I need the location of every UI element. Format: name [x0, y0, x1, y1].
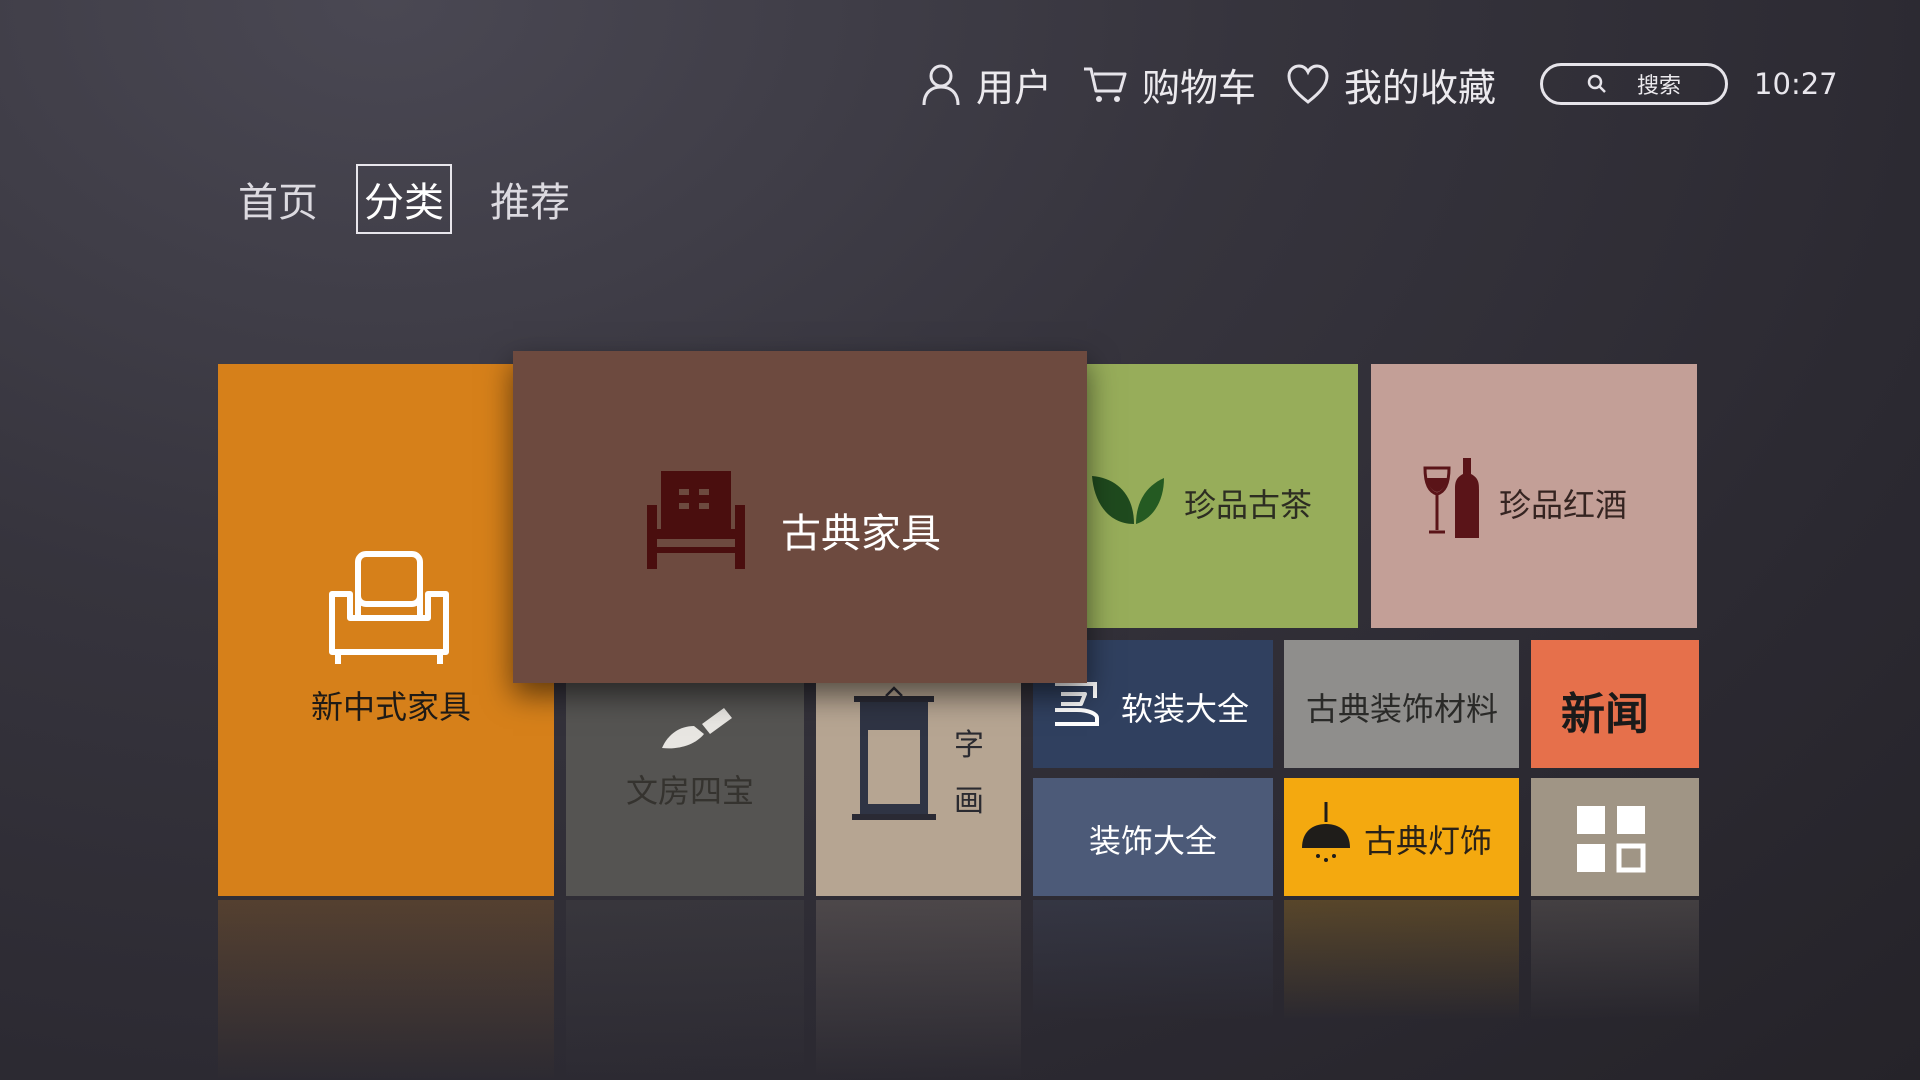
lamp-icon	[1302, 802, 1350, 862]
tile-label: 珍品古茶	[1184, 486, 1313, 524]
tile-wine[interactable]: 珍品红酒	[1371, 364, 1697, 628]
top-bar: 用户 购物车 我的收藏 搜索 10:27	[920, 58, 1838, 110]
tile-decoration[interactable]: 装饰大全	[1033, 778, 1273, 896]
tea-leaf-icon	[1092, 476, 1164, 524]
user-label: 用户	[976, 65, 1053, 110]
favorites-button[interactable]: 我的收藏	[1286, 57, 1496, 112]
tab-category[interactable]: 分类	[356, 164, 452, 234]
search-icon	[1587, 74, 1606, 93]
cart-button[interactable]: 购物车	[1082, 57, 1256, 112]
tile-label-char-1: 字	[954, 728, 984, 763]
tile-label: 古典家具	[781, 511, 941, 557]
tile-calligraphy-painting[interactable]: 字 画	[816, 676, 1021, 896]
tile-study-treasures[interactable]: 文房四宝	[566, 676, 804, 896]
tile-news[interactable]: 新闻	[1531, 640, 1699, 768]
favorites-label: 我的收藏	[1344, 65, 1497, 110]
tile-label: 文房四宝	[626, 772, 755, 810]
user-button[interactable]: 用户	[920, 57, 1052, 112]
tile-label: 新闻	[1561, 689, 1649, 740]
tile-label: 软装大全	[1121, 690, 1250, 728]
tile-decoration-materials[interactable]: 古典装饰材料	[1284, 640, 1519, 768]
heart-icon	[1287, 64, 1329, 104]
grid-icon	[1577, 806, 1646, 873]
tile-label: 古典灯饰	[1364, 822, 1493, 860]
tile-label: 珍品红酒	[1499, 486, 1628, 524]
tile-classical-furniture[interactable]: 古典家具	[513, 351, 1087, 683]
tile-label: 装饰大全	[1089, 822, 1218, 860]
tab-recommend[interactable]: 推荐	[482, 164, 578, 234]
reflection-4	[1033, 900, 1273, 1020]
reflection-2	[566, 900, 804, 1080]
reflection-5	[1284, 900, 1519, 1020]
clock: 10:27	[1754, 67, 1838, 101]
cart-label: 购物车	[1142, 65, 1257, 110]
reflection-3	[816, 900, 1021, 1080]
search-placeholder: 搜索	[1637, 74, 1682, 99]
category-tabs: 首页 分类 推荐	[230, 164, 608, 234]
scroll-icon	[852, 686, 936, 820]
tab-home[interactable]: 首页	[230, 164, 326, 234]
tile-new-chinese-furniture[interactable]: 新中式家具	[218, 364, 554, 896]
armchair-icon	[329, 551, 449, 664]
brush-icon	[662, 708, 732, 749]
user-icon	[922, 64, 960, 106]
cabinet-icon	[647, 471, 745, 569]
cart-icon	[1084, 67, 1127, 102]
wine-icon	[1423, 458, 1479, 538]
search-input[interactable]: 搜索	[1540, 63, 1729, 105]
reflection-1	[218, 900, 554, 1080]
soft-furnishing-icon	[1055, 682, 1099, 726]
tile-label-char-2: 画	[954, 784, 984, 819]
reflection-6	[1531, 900, 1699, 1020]
tile-label: 古典装饰材料	[1306, 690, 1499, 728]
tile-label: 新中式家具	[311, 688, 472, 726]
tile-more[interactable]	[1531, 778, 1699, 896]
tile-tea[interactable]: 珍品古茶	[1080, 364, 1358, 628]
tile-classical-lamps[interactable]: 古典灯饰	[1284, 778, 1519, 896]
